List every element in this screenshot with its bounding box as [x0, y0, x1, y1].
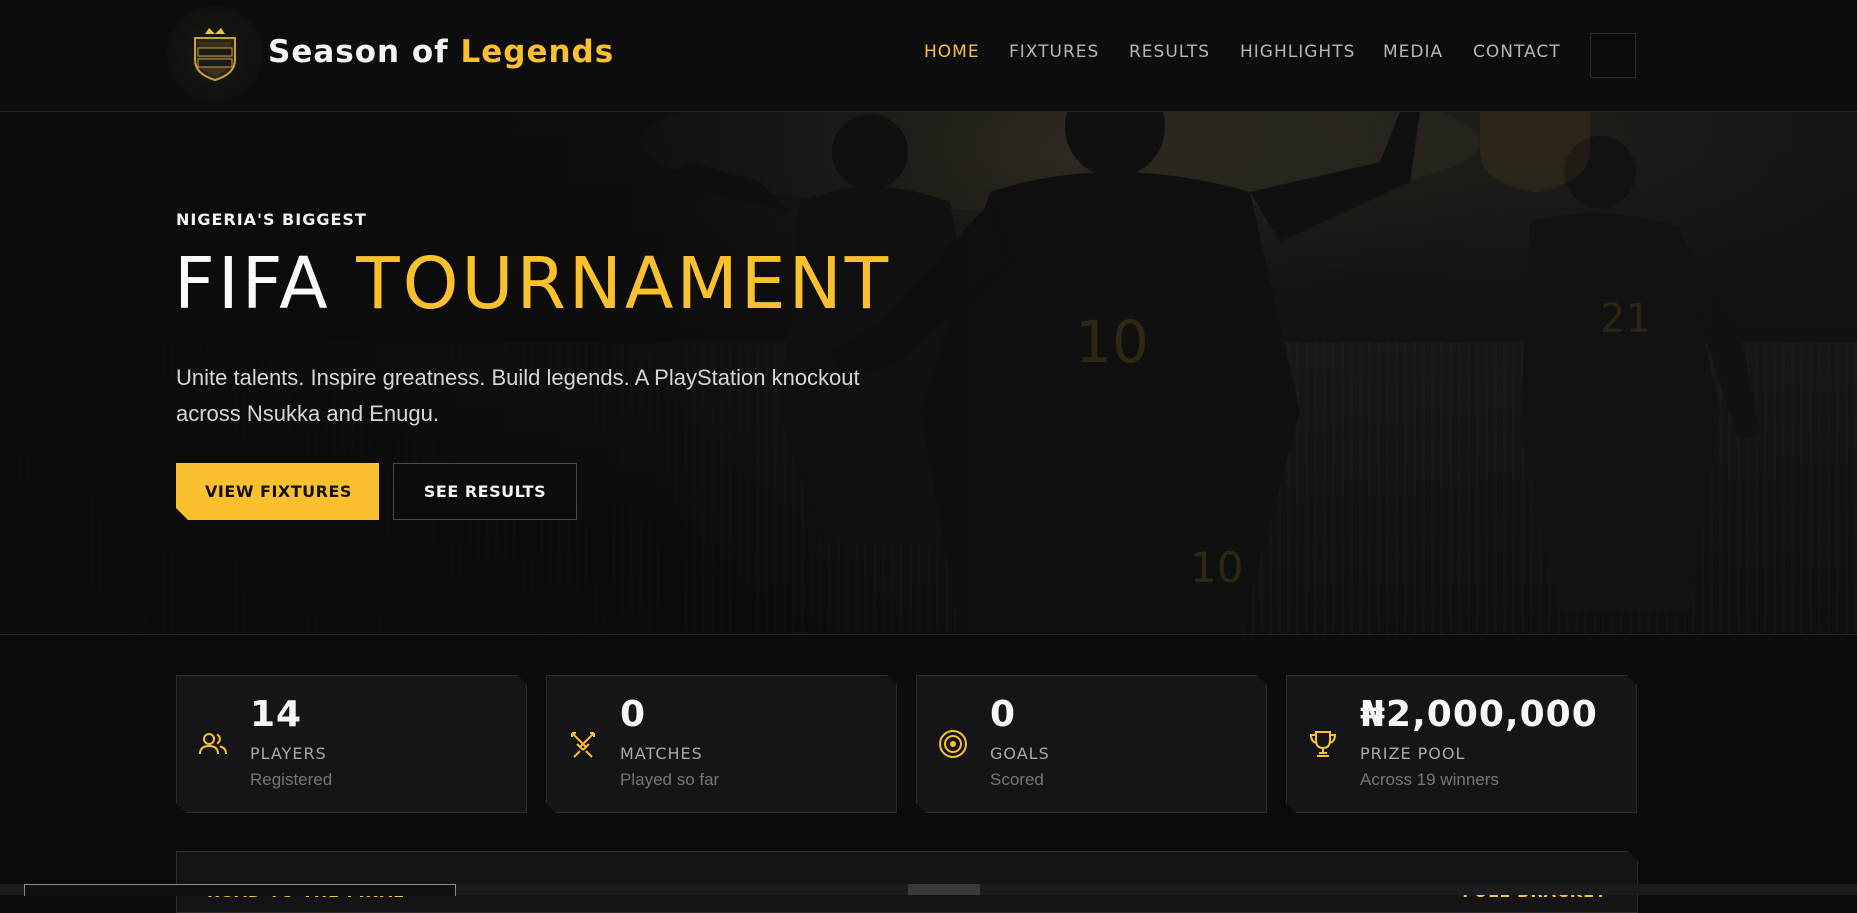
stat-sub: Played so far: [620, 770, 720, 789]
headline-white: FIFA: [174, 242, 357, 325]
stat-value: ₦2,000,000: [1360, 694, 1598, 735]
stat-sub: Scored: [990, 770, 1044, 789]
hero-eyebrow: NIGERIA'S BIGGEST: [176, 210, 367, 229]
stat-card-prize-pool: ₦2,000,000 PRIZE POOL Across 19 winners: [1286, 675, 1637, 813]
hero-section: 10 10 21 NIGERIA'S BIGGEST FIFA TOURNAME…: [0, 112, 1857, 635]
stat-value: 14: [250, 694, 303, 735]
see-results-label: SEE RESULTS: [423, 482, 547, 501]
see-results-button[interactable]: SEE RESULTS: [393, 463, 577, 520]
stat-label: PLAYERS: [250, 744, 327, 763]
users-icon: [197, 728, 229, 760]
logo-badge[interactable]: [167, 6, 263, 102]
stat-label: MATCHES: [620, 744, 703, 763]
stat-card-goals: 0 GOALS Scored: [916, 675, 1267, 813]
nav-highlights[interactable]: HIGHLIGHTS: [1240, 42, 1355, 62]
road-to-final-panel: ROAD TO THE FINAL FULL BRACKET: [176, 851, 1638, 913]
headline-accent: TOURNAMENT: [356, 242, 892, 325]
hero-headline: FIFA TOURNAMENT: [174, 242, 891, 325]
nav-home[interactable]: HOME: [924, 42, 980, 62]
bottom-left-panel[interactable]: [24, 884, 456, 896]
stats-row: 14 PLAYERS Registered 0 MATCHES Played s…: [176, 675, 1636, 812]
stat-label: GOALS: [990, 744, 1050, 763]
stat-label: PRIZE POOL: [1360, 744, 1466, 763]
brand-name-prefix: Season of: [268, 34, 461, 70]
view-fixtures-label: VIEW FIXTURES: [205, 482, 352, 501]
nav-results[interactable]: RESULTS: [1129, 42, 1210, 62]
stat-value: 0: [990, 694, 1017, 735]
hero-subtitle: Unite talents. Inspire greatness. Build …: [176, 365, 860, 426]
target-icon: [937, 728, 969, 760]
brand-name-accent: Legends: [460, 34, 615, 70]
shield-logo-icon: [194, 28, 236, 82]
view-fixtures-button[interactable]: VIEW FIXTURES: [176, 463, 379, 520]
stat-sub: Registered: [250, 770, 333, 789]
nav-fixtures[interactable]: FIXTURES: [1009, 42, 1099, 62]
stat-sub: Across 19 winners: [1360, 770, 1499, 789]
bottom-center-tab[interactable]: [908, 884, 980, 895]
nav-contact[interactable]: CONTACT: [1473, 42, 1561, 62]
site-header: Season of Legends HOME FIXTURES RESULTS …: [0, 0, 1857, 112]
trophy-icon: [1307, 728, 1339, 760]
stat-card-players: 14 PLAYERS Registered: [176, 675, 527, 813]
stat-card-matches: 0 MATCHES Played so far: [546, 675, 897, 813]
stat-value: 0: [620, 694, 647, 735]
crossed-swords-icon: [567, 728, 599, 760]
menu-toggle-button[interactable]: [1590, 33, 1636, 78]
brand-name[interactable]: Season of Legends: [268, 34, 614, 70]
nav-media[interactable]: MEDIA: [1383, 42, 1443, 62]
